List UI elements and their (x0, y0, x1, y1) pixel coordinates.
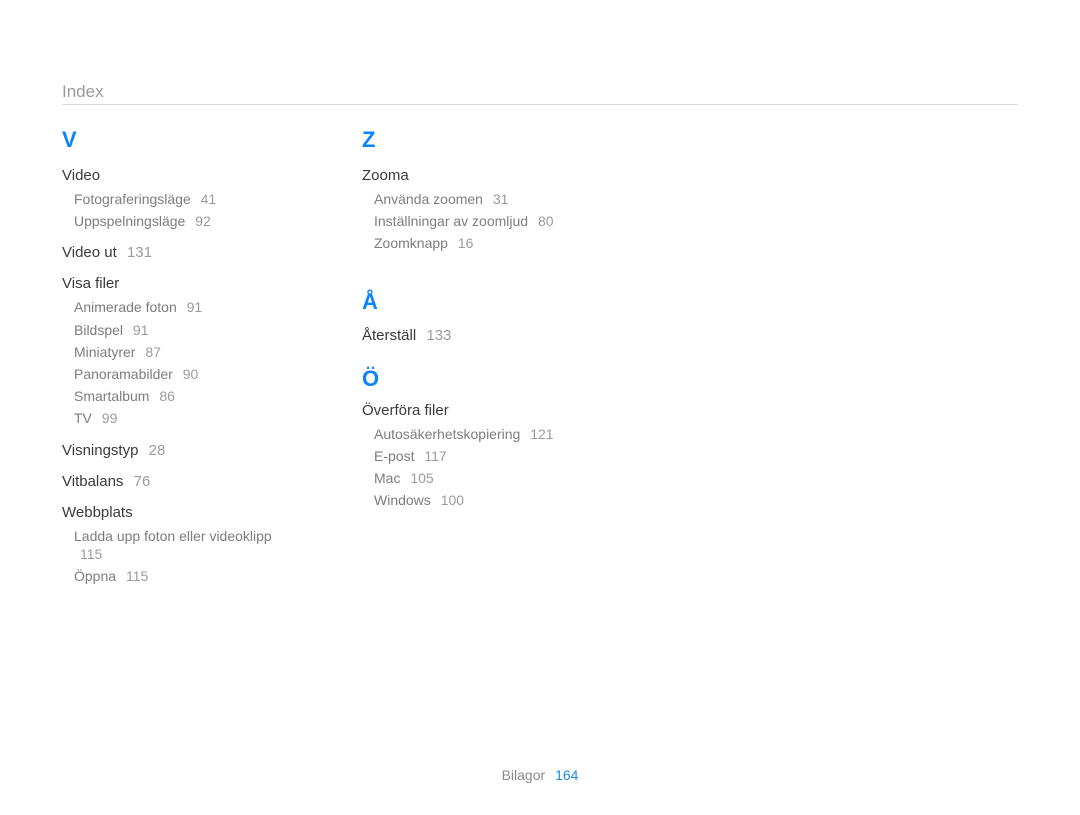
index-entry-page: 121 (530, 426, 553, 442)
index-entry: Zoomknapp 16 (374, 234, 592, 252)
index-entry-label: Bildspel (74, 322, 123, 338)
index-topic-label: Video ut (62, 244, 117, 261)
index-entry-page: 91 (187, 299, 203, 315)
index-entry-label: Autosäkerhetskopiering (374, 426, 520, 442)
index-entry: Uppspelningsläge 92 (74, 212, 292, 230)
page-container: Index V Video Fotograferingsläge 41 Upps… (0, 0, 1080, 815)
index-entry-label: E-post (374, 448, 414, 464)
index-entry-label: Öppna (74, 568, 116, 584)
index-entry-page: 99 (102, 410, 118, 426)
index-entry-page: 41 (201, 191, 217, 207)
index-entry: Smartalbum 86 (74, 387, 292, 405)
index-entry-page: 117 (424, 448, 446, 464)
index-entry: Autosäkerhetskopiering 121 (374, 425, 592, 443)
index-entry-label: Fotograferingsläge (74, 191, 191, 207)
index-entry-label: Panoramabilder (74, 366, 173, 382)
index-entry: TV 99 (74, 409, 292, 427)
page-title: Index (62, 82, 1018, 102)
index-entry-label: Ladda upp foton eller videoklipp (74, 528, 272, 544)
index-entry-label: Smartalbum (74, 388, 149, 404)
index-topic-visa-filer: Visa filer (62, 275, 292, 292)
index-entry-page: 86 (159, 388, 175, 404)
index-topic-page: 28 (149, 442, 166, 459)
index-topic-aterstall: Återställ 133 (362, 327, 592, 344)
index-topic-webbplats: Webbplats (62, 504, 292, 521)
footer-label: Bilagor (502, 767, 546, 783)
index-entry-label: TV (74, 410, 92, 426)
index-entry: Bildspel 91 (74, 321, 292, 339)
index-topic-zooma: Zooma (362, 167, 592, 184)
index-topic-vitbalans: Vitbalans 76 (62, 473, 292, 490)
index-entry-page: 91 (133, 322, 149, 338)
index-entry-page: 92 (195, 213, 211, 229)
index-entry: Windows 100 (374, 491, 592, 509)
index-entry-page: 115 (80, 546, 102, 562)
index-entry-label: Animerade foton (74, 299, 177, 315)
footer-page-number: 164 (555, 767, 578, 783)
index-entry: Öppna 115 (74, 567, 292, 585)
index-entry: Använda zoomen 31 (374, 190, 592, 208)
index-entry-label: Uppspelningsläge (74, 213, 185, 229)
index-entry: Mac 105 (374, 469, 592, 487)
page-footer: Bilagor 164 (0, 767, 1080, 783)
letter-heading-v: V (62, 127, 292, 153)
index-topic-page: 131 (127, 244, 152, 261)
index-entry: Ladda upp foton eller videoklipp 115 (74, 527, 292, 563)
index-entry-page: 16 (458, 235, 474, 251)
index-entry: Animerade foton 91 (74, 298, 292, 316)
index-entry: Panoramabilder 90 (74, 365, 292, 383)
index-topic-label: Återställ (362, 327, 416, 344)
index-entry-label: Zoomknapp (374, 235, 448, 251)
index-entry-page: 31 (493, 191, 509, 207)
index-column-v: V Video Fotograferingsläge 41 Uppspelnin… (62, 127, 292, 589)
index-topic-visningstyp: Visningstyp 28 (62, 442, 292, 459)
index-entry-page: 115 (126, 568, 148, 584)
index-entry-label: Mac (374, 470, 400, 486)
index-entry: E-post 117 (374, 447, 592, 465)
index-topic-overfora-filer: Överföra filer (362, 402, 592, 419)
index-column-z-a-o: Z Zooma Använda zoomen 31 Inställningar … (362, 127, 592, 589)
index-entry-page: 105 (410, 470, 433, 486)
index-entry-page: 100 (441, 492, 464, 508)
title-rule (62, 104, 1018, 105)
index-columns: V Video Fotograferingsläge 41 Uppspelnin… (62, 127, 1018, 589)
letter-heading-z: Z (362, 127, 592, 153)
index-entry: Inställningar av zoomljud 80 (374, 212, 592, 230)
index-entry-page: 87 (145, 344, 161, 360)
index-topic-video-ut: Video ut 131 (62, 244, 292, 261)
index-topic-label: Vitbalans (62, 473, 123, 490)
letter-heading-a-ring: Å (362, 289, 592, 315)
index-entry-page: 90 (183, 366, 199, 382)
index-entry-label: Använda zoomen (374, 191, 483, 207)
index-topic-label: Visningstyp (62, 442, 138, 459)
index-topic-page: 133 (426, 327, 451, 344)
index-topic-page: 76 (134, 473, 151, 490)
index-entry-page: 80 (538, 213, 554, 229)
index-entry-label: Miniatyrer (74, 344, 135, 360)
index-entry: Fotograferingsläge 41 (74, 190, 292, 208)
index-entry-label: Inställningar av zoomljud (374, 213, 528, 229)
index-topic-video: Video (62, 167, 292, 184)
index-entry-label: Windows (374, 492, 431, 508)
index-entry: Miniatyrer 87 (74, 343, 292, 361)
letter-heading-o-diaeresis: Ö (362, 366, 592, 392)
